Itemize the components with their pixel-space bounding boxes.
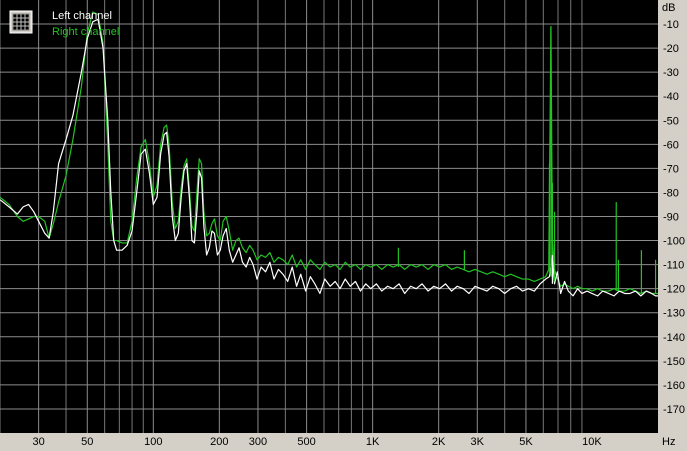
y-tick-label: -50 (663, 115, 679, 127)
y-tick-label: -120 (663, 284, 685, 296)
y-tick-label: -110 (663, 260, 684, 272)
y-tick-label: -100 (663, 236, 685, 248)
x-tick-label: 300 (249, 436, 267, 448)
y-tick-label: -90 (663, 212, 679, 224)
y-tick-label: -160 (663, 380, 685, 392)
x-tick-label: 3K (471, 436, 485, 448)
x-tick-label: 50 (81, 436, 93, 448)
y-tick-label: -70 (663, 163, 679, 175)
x-axis-unit-label: Hz (662, 436, 675, 448)
x-tick-label: 200 (210, 436, 228, 448)
y-axis-unit-label: dB (662, 2, 675, 14)
x-tick-label: 2K (432, 436, 446, 448)
y-tick-label: -140 (663, 332, 685, 344)
y-tick-label: -20 (663, 43, 679, 55)
x-tick-label: 100 (144, 436, 162, 448)
x-tick-label: 5K (519, 436, 533, 448)
y-tick-label: -30 (663, 67, 679, 79)
y-tick-label: -10 (663, 19, 679, 31)
y-tick-label: -80 (663, 187, 679, 199)
y-tick-label: -130 (663, 308, 685, 320)
x-tick-label: 10K (582, 436, 602, 448)
spectrum-chart: -10 -20 -30 -40 -50 -60 -70 -80 -90 -100 -110 -120 -… (0, 0, 687, 451)
y-tick-label: -40 (663, 91, 679, 103)
y-tick-label: -60 (663, 139, 679, 151)
legend-left-channel: Left channel (52, 10, 112, 22)
grid-icon[interactable] (9, 10, 33, 34)
y-tick-label: -150 (663, 356, 685, 368)
y-tick-label: -170 (663, 404, 685, 416)
x-tick-label: 500 (297, 436, 315, 448)
legend-right-channel: Right channel (52, 26, 119, 38)
x-tick-label: 30 (32, 436, 44, 448)
x-tick-label: 1K (366, 436, 380, 448)
